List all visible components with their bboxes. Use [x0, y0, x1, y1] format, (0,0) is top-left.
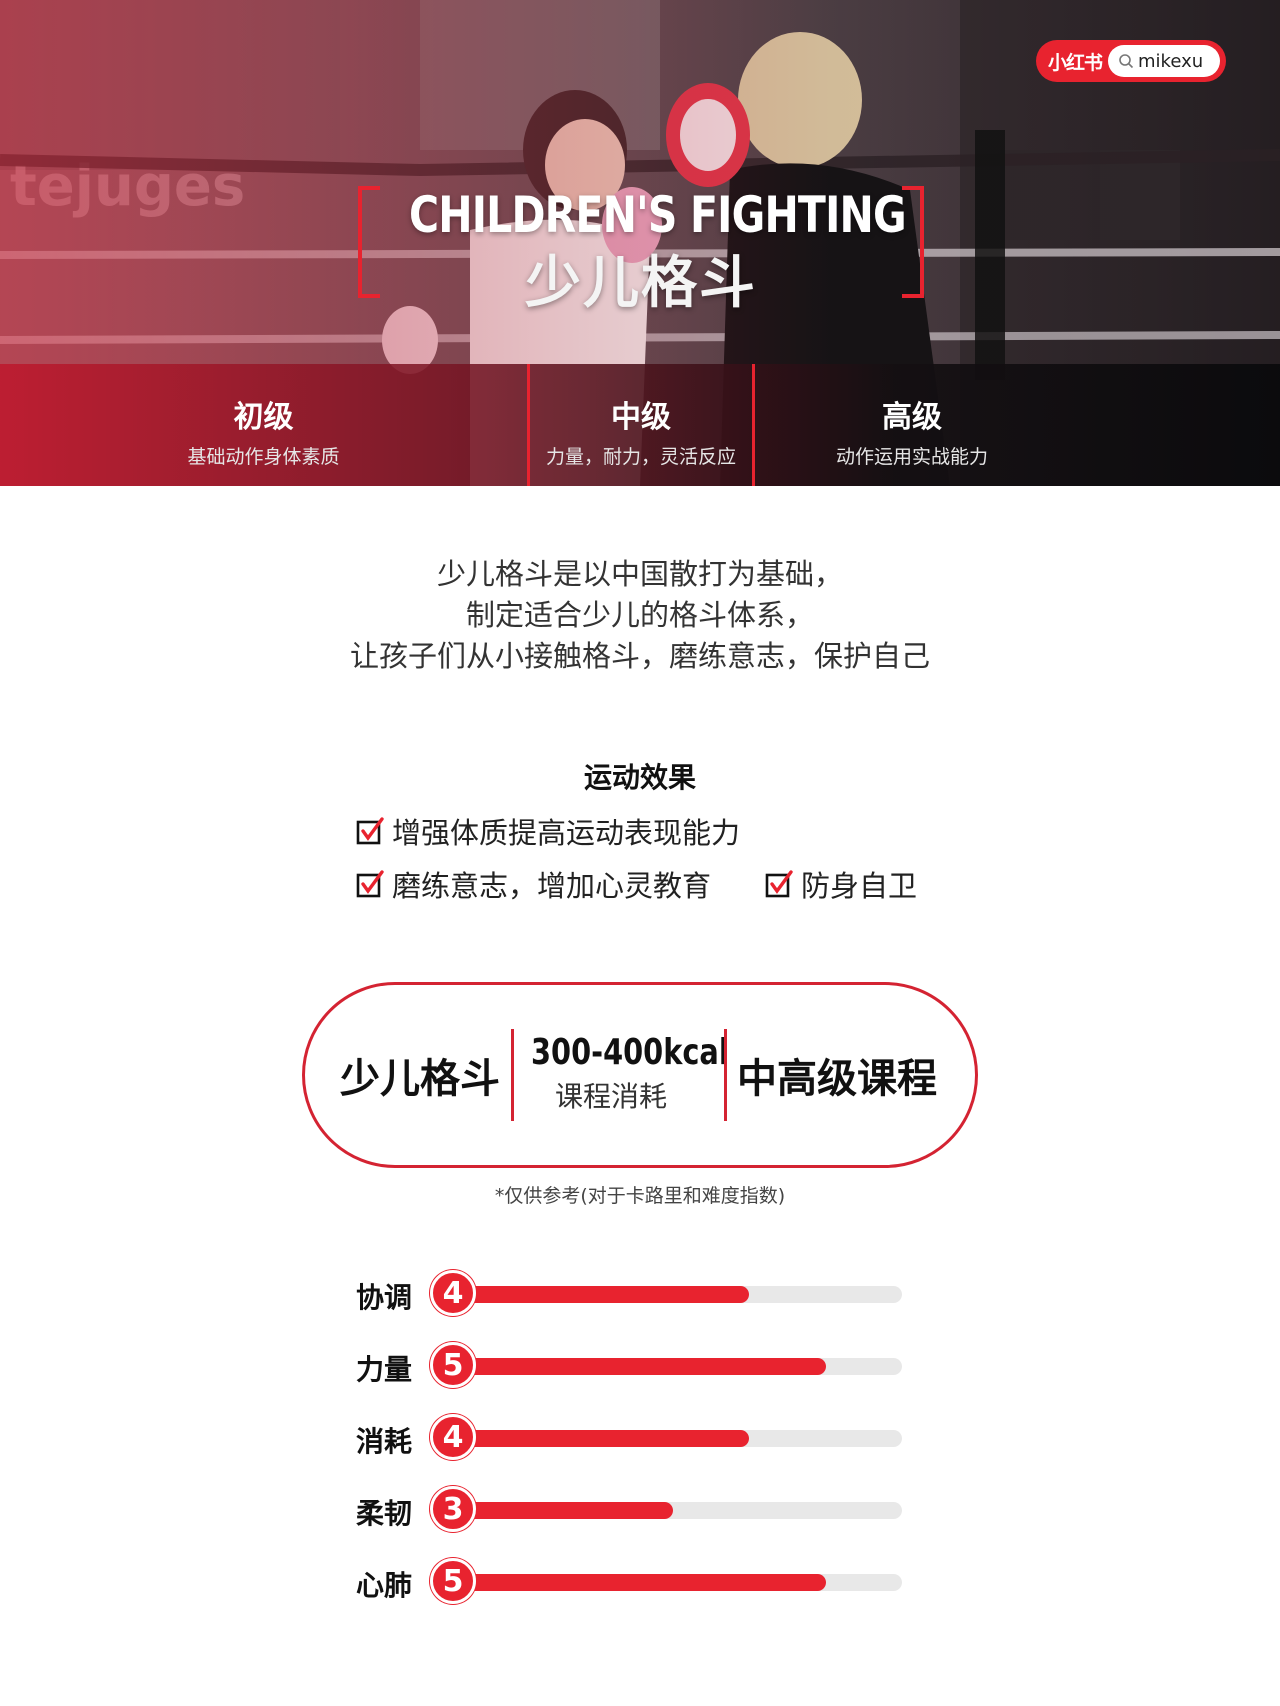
rating-fill	[444, 1286, 749, 1303]
rating-track	[444, 1358, 902, 1375]
rating-label: 柔韧	[356, 1497, 413, 1530]
hero-title-frame: CHILDREN'S FIGHTING 少儿格斗	[358, 186, 924, 316]
level-name: 中级	[611, 400, 671, 435]
effect-item: 防身自卫	[765, 863, 917, 905]
brand-search-box: mikexu	[1108, 45, 1220, 77]
checkbox-checked-icon	[356, 870, 384, 898]
course-level: 中高级课程	[737, 1056, 937, 1102]
intro-text: 少儿格斗是以中国散打为基础， 制定适合少儿的格斗体系， 让孩子们从小接触格斗，磨…	[0, 554, 1280, 677]
intro-line: 让孩子们从小接触格斗，磨练意志，保护自己	[349, 639, 930, 673]
effect-text: 磨练意志，增加心灵教育	[392, 869, 712, 903]
level-intermediate: 中级 力量，耐力，灵活反应	[530, 364, 752, 486]
checkbox-checked-icon	[356, 817, 384, 845]
level-name: 高级	[882, 400, 942, 435]
course-stats-pill: 少儿格斗 300-400kcal 课程消耗 中高级课程	[302, 982, 978, 1168]
rating-row: 心肺 5	[356, 1558, 922, 1606]
effect-item: 磨练意志，增加心灵教育	[356, 863, 711, 905]
rating-value-badge: 5	[430, 1342, 476, 1388]
rating-row: 力量 5	[356, 1342, 922, 1390]
effects-title: 运动效果	[583, 761, 696, 794]
search-icon	[1119, 54, 1134, 69]
intro-line: 少儿格斗是以中国散打为基础，	[436, 557, 843, 591]
level-advanced: 高级 动作运用实战能力	[755, 364, 1069, 486]
brand-logo: 小红书	[1048, 51, 1103, 74]
brand-username: mikexu	[1138, 50, 1204, 72]
rating-row: 消耗 4	[356, 1414, 922, 1462]
level-beginner: 初级 基础动作身体素质	[0, 364, 527, 486]
rating-label: 消耗	[356, 1425, 413, 1458]
rating-label: 协调	[356, 1281, 413, 1314]
checkbox-checked-icon	[765, 870, 793, 898]
rating-value-badge: 3	[430, 1486, 476, 1532]
rating-fill	[444, 1358, 826, 1375]
effect-item: 增强体质提高运动表现能力	[356, 810, 740, 852]
rating-fill	[444, 1430, 749, 1447]
calorie-stat: 300-400kcal 课程消耗	[511, 1032, 729, 1115]
calorie-label: 课程消耗	[554, 1080, 667, 1113]
xiaohongshu-watermark: 小红书 mikexu	[1036, 40, 1226, 82]
level-name: 初级	[233, 400, 294, 435]
rating-value-badge: 4	[430, 1414, 476, 1460]
calorie-value: 300-400kcal	[531, 1032, 729, 1073]
rating-track	[444, 1574, 902, 1591]
effect-text: 防身自卫	[801, 869, 918, 903]
effect-text: 增强体质提高运动表现能力	[392, 816, 741, 850]
level-desc: 力量，耐力，灵活反应	[545, 446, 736, 468]
hero-title-chinese: 少儿格斗	[525, 251, 757, 316]
rating-value-badge: 4	[430, 1270, 476, 1316]
rating-row: 协调 4	[356, 1270, 922, 1318]
rating-label: 力量	[356, 1353, 413, 1386]
rating-fill	[444, 1502, 673, 1519]
rating-track	[444, 1430, 902, 1447]
hero-title-english: CHILDREN'S FIGHTING	[408, 186, 907, 244]
hero-banner: tejuges 小红书 mikexu CHILDREN'S FIGHTIN	[0, 0, 1280, 486]
rating-track	[444, 1502, 902, 1519]
rating-track	[444, 1286, 902, 1303]
course-name: 少儿格斗	[340, 1056, 500, 1102]
intro-line: 制定适合少儿的格斗体系，	[465, 598, 814, 632]
rating-row: 柔韧 3	[356, 1486, 922, 1534]
rating-fill	[444, 1574, 826, 1591]
level-desc: 动作运用实战能力	[835, 446, 988, 468]
footnote: *仅供参考(对于卡路里和难度指数)	[494, 1185, 786, 1207]
rating-label: 心肺	[356, 1569, 413, 1602]
level-bar: 初级 基础动作身体素质 中级 力量，耐力，灵活反应 高级 动作运用实战能力	[0, 364, 1280, 486]
rating-value-badge: 5	[430, 1558, 476, 1604]
level-desc: 基础动作身体素质	[187, 446, 340, 468]
